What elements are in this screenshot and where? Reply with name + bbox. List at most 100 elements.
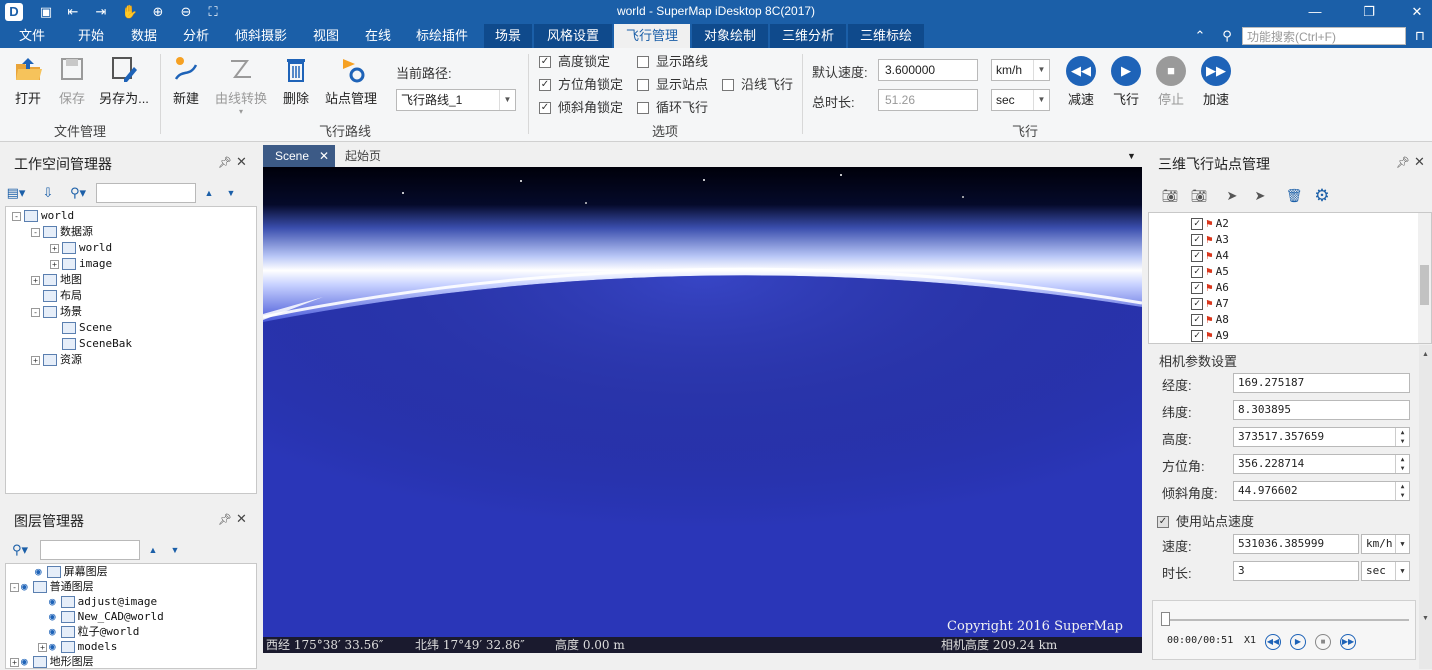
visibility-eye-icon[interactable]: ◉ (49, 610, 56, 623)
progress-track[interactable] (1161, 619, 1409, 621)
open-button[interactable]: 打开 (6, 54, 50, 107)
stop-button[interactable]: ■ (1156, 56, 1186, 86)
menu-oblique[interactable]: 倾斜摄影 (226, 24, 296, 48)
station-item[interactable]: ✓ ⚑ A3 (1191, 232, 1229, 248)
station-item[interactable]: ✓ ⚑ A5 (1191, 264, 1229, 280)
current-route-select[interactable]: 飞行路线_1 ▼ (396, 89, 516, 111)
expand-icon[interactable]: + (10, 657, 19, 667)
minimize-button[interactable]: — (1292, 0, 1338, 24)
spinner-arrows-icon[interactable]: ▲ ▼ (1395, 455, 1409, 473)
new-route-button[interactable]: 新建 (168, 54, 204, 107)
collapse-icon[interactable]: - (31, 227, 40, 237)
workspace-tree-item[interactable]: 布局 (31, 288, 82, 304)
longitude-input[interactable]: 169.275187 (1233, 373, 1410, 393)
restore-ribbon-icon[interactable]: ⊓ (1410, 24, 1430, 48)
camera-add-icon[interactable]: 📷︎ (1160, 187, 1180, 205)
station-checkbox[interactable]: ✓ (1191, 218, 1203, 230)
menu-online[interactable]: 在线 (354, 24, 402, 48)
camera-update-icon[interactable]: 📷︎ (1189, 187, 1209, 205)
layer-tree-item[interactable]: - ◉ 普通图层 (10, 579, 94, 595)
menu-view[interactable]: 视图 (302, 24, 350, 48)
search-icon[interactable]: ⚲▾ (10, 541, 30, 559)
station-manage-button[interactable]: 站点管理 (322, 54, 380, 107)
station-scrollbar[interactable] (1418, 213, 1431, 343)
loop-fly-checkbox[interactable]: 循环飞行 (637, 99, 708, 117)
duration-unit-select[interactable]: sec ▼ (991, 89, 1050, 111)
pin-icon[interactable]: 📌︎ (218, 513, 232, 526)
azimuth-input[interactable]: 356.228714 ▲ ▼ (1233, 454, 1410, 474)
visibility-eye-icon[interactable]: ◉ (49, 625, 56, 638)
station-item[interactable]: ✓ ⚑ A4 (1191, 248, 1229, 264)
collapse-icon[interactable]: - (12, 211, 21, 221)
search-icon[interactable]: ⚲▾ (68, 184, 88, 202)
close-button[interactable]: ✕ (1394, 0, 1432, 24)
default-speed-input[interactable]: 3.600000 (878, 59, 978, 81)
settings-gear-icon[interactable]: ⚙ (1312, 187, 1332, 205)
fly-button[interactable]: ▶ (1111, 56, 1141, 86)
params-scrollbar[interactable]: ▲ ▼ (1419, 345, 1432, 669)
station-checkbox[interactable]: ✓ (1191, 298, 1203, 310)
workspace-tree-item[interactable]: - world (12, 208, 74, 224)
expand-icon[interactable]: + (38, 642, 47, 652)
station-checkbox[interactable]: ✓ (1191, 314, 1203, 326)
tab-start-page[interactable]: 起始页 (345, 145, 405, 167)
layer-tree-item[interactable]: ◉ 粒子@world (38, 624, 139, 640)
workspace-tree-item[interactable]: SceneBak (50, 336, 132, 352)
station-checkbox[interactable]: ✓ (1191, 282, 1203, 294)
station-checkbox[interactable]: ✓ (1191, 266, 1203, 278)
visibility-eye-icon[interactable]: ◉ (21, 580, 28, 593)
station-item[interactable]: ✓ ⚑ A2 (1191, 216, 1229, 232)
visibility-eye-icon[interactable]: ◉ (49, 640, 56, 653)
visibility-eye-icon[interactable]: ◉ (49, 595, 56, 608)
workspace-tree-item[interactable]: + image (50, 256, 112, 272)
latitude-input[interactable]: 8.303895 (1233, 400, 1410, 420)
scene-viewport[interactable] (263, 167, 1142, 637)
layer-tree-item[interactable]: ◉ adjust@image (38, 594, 157, 610)
close-icon[interactable]: ✕ (319, 145, 329, 167)
menu-3d-plot[interactable]: 三维标绘 (848, 24, 924, 48)
collapse-ribbon-icon[interactable]: ⌃ (1190, 24, 1210, 48)
station-checkbox[interactable]: ✓ (1191, 250, 1203, 262)
layer-tree-item[interactable]: ◉ 屏幕图层 (24, 564, 108, 580)
close-icon[interactable]: ✕ (1414, 154, 1425, 170)
height-input[interactable]: 373517.357659 ▲ ▼ (1233, 427, 1410, 447)
pin-icon[interactable]: 📌︎ (218, 156, 232, 169)
collapse-icon[interactable]: - (31, 307, 40, 317)
menu-file[interactable]: 文件 (8, 24, 56, 48)
scroll-up-icon[interactable]: ▲ (1422, 351, 1429, 358)
menu-object-draw[interactable]: 对象绘制 (692, 24, 768, 48)
layer-tree-item[interactable]: + ◉ models (38, 639, 117, 655)
speed-input[interactable]: 531036.385999 (1233, 534, 1359, 554)
azimuth-lock-checkbox[interactable]: ✓ 方位角锁定 (539, 76, 623, 94)
up-arrow-icon[interactable]: ▲ (143, 541, 163, 559)
duration-unit-select[interactable]: sec ▼ (1361, 561, 1410, 581)
pin-icon[interactable]: 📌︎ (1396, 156, 1410, 169)
stop-icon[interactable]: ■ (1315, 634, 1331, 650)
scroll-down-icon[interactable]: ▼ (1422, 615, 1429, 622)
scrollbar-thumb[interactable] (1420, 265, 1429, 305)
workspace-tree-item[interactable]: + 资源 (31, 352, 82, 368)
down-arrow-icon[interactable]: ▼ (165, 541, 185, 559)
menu-style[interactable]: 风格设置 (534, 24, 612, 48)
menu-plot-plugin[interactable]: 标绘插件 (406, 24, 478, 48)
tab-scene[interactable]: Scene ✕ (263, 145, 335, 167)
workspace-tree-item[interactable]: + world (50, 240, 112, 256)
close-icon[interactable]: ✕ (236, 511, 247, 527)
expand-icon[interactable]: + (31, 355, 40, 365)
expand-icon[interactable]: + (31, 275, 40, 285)
menu-data[interactable]: 数据 (120, 24, 168, 48)
save-button[interactable]: 保存 (52, 54, 92, 107)
station-item[interactable]: ✓ ⚑ A9 (1191, 328, 1229, 343)
total-duration-input[interactable]: 51.26 (878, 89, 978, 111)
progress-thumb[interactable] (1161, 612, 1170, 626)
menu-fly-manage[interactable]: 飞行管理 (614, 24, 690, 48)
tilt-input[interactable]: 44.976602 ▲ ▼ (1233, 481, 1410, 501)
convert-from-line-button[interactable]: 由线转换 ▾ (212, 54, 270, 116)
add-station-icon[interactable]: ➤ (1222, 187, 1242, 205)
slow-down-button[interactable]: ◀◀ (1066, 56, 1096, 86)
tab-list-dropdown-icon[interactable]: ▼ (1127, 145, 1141, 167)
use-station-speed-checkbox[interactable]: ✓ 使用站点速度 (1157, 513, 1254, 531)
menu-analysis[interactable]: 分析 (172, 24, 220, 48)
up-arrow-icon[interactable]: ▲ (199, 184, 219, 202)
along-line-checkbox[interactable]: 沿线飞行 (722, 76, 793, 94)
